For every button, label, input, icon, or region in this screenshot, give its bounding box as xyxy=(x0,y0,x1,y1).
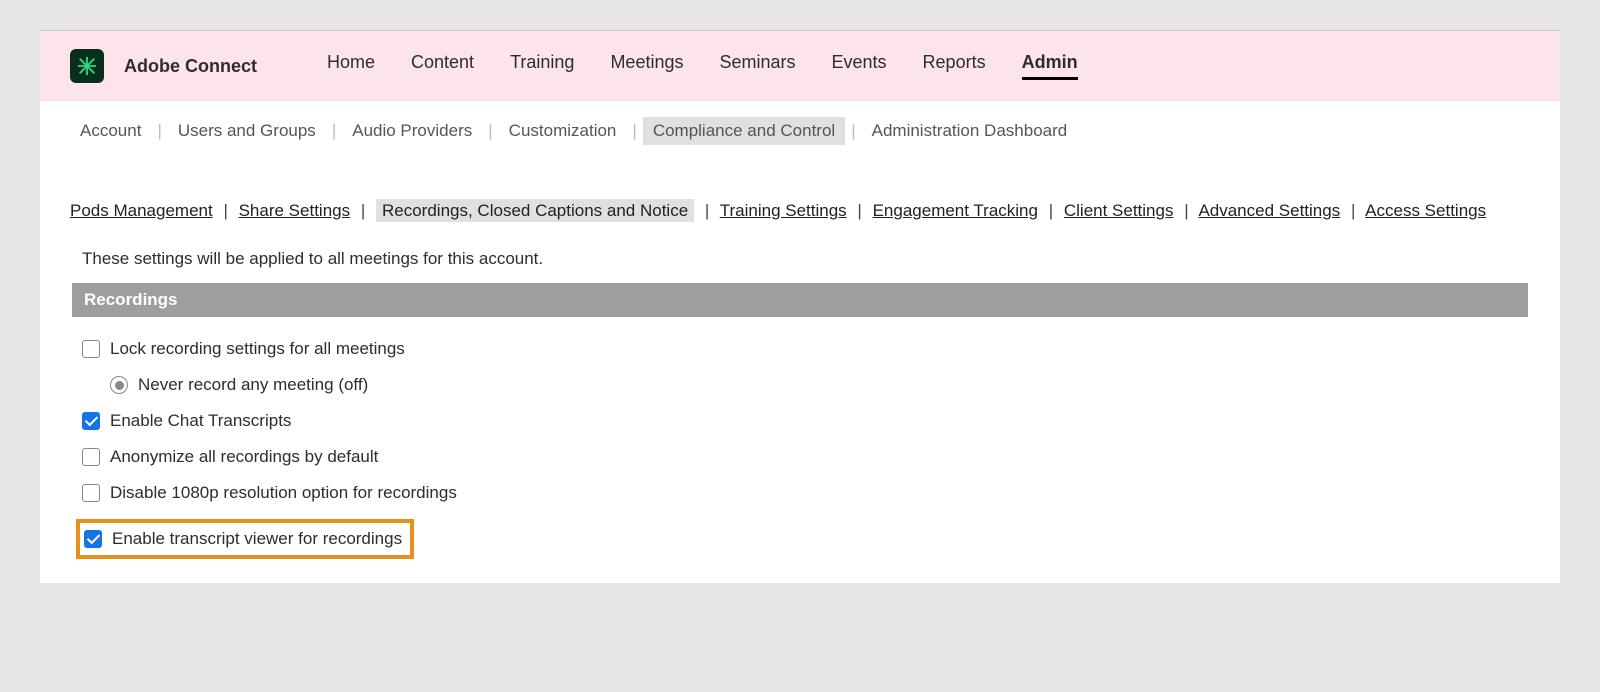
subnav-account[interactable]: Account xyxy=(70,117,151,145)
checkbox-enable-chat-transcripts[interactable] xyxy=(82,412,100,430)
checkbox-disable-1080p[interactable] xyxy=(82,484,100,502)
subnav-users-groups[interactable]: Users and Groups xyxy=(168,117,326,145)
nav-admin[interactable]: Admin xyxy=(1022,52,1078,80)
nav-reports[interactable]: Reports xyxy=(923,52,986,80)
nav-events[interactable]: Events xyxy=(832,52,887,80)
highlight-box: Enable transcript viewer for recordings xyxy=(76,519,414,559)
setting-anonymize-all: Anonymize all recordings by default xyxy=(82,439,1518,475)
divider-icon: | xyxy=(1345,201,1361,220)
nav-meetings[interactable]: Meetings xyxy=(610,52,683,80)
label-enable-chat-transcripts: Enable Chat Transcripts xyxy=(110,411,291,431)
divider-icon: | xyxy=(217,201,233,220)
radio-never-record[interactable] xyxy=(110,376,128,394)
tab-access-settings[interactable]: Access Settings xyxy=(1365,201,1486,220)
setting-enable-chat-transcripts: Enable Chat Transcripts xyxy=(82,403,1518,439)
app-shell: Adobe Connect Home Content Training Meet… xyxy=(40,30,1560,583)
tab-share-settings[interactable]: Share Settings xyxy=(239,201,351,220)
tertiary-nav: Pods Management | Share Settings | Recor… xyxy=(40,161,1560,231)
label-enable-transcript-viewer: Enable transcript viewer for recordings xyxy=(112,529,402,549)
setting-disable-1080p: Disable 1080p resolution option for reco… xyxy=(82,475,1518,511)
label-lock-recording: Lock recording settings for all meetings xyxy=(110,339,405,359)
tab-pods-management[interactable]: Pods Management xyxy=(70,201,213,220)
nav-seminars[interactable]: Seminars xyxy=(719,52,795,80)
checkbox-anonymize-all[interactable] xyxy=(82,448,100,466)
highlighted-setting: Enable transcript viewer for recordings xyxy=(82,511,1518,559)
divider-icon: | xyxy=(1178,201,1194,220)
setting-lock-recording: Lock recording settings for all meetings xyxy=(82,331,1518,367)
divider-icon: | xyxy=(1043,201,1059,220)
subnav-compliance-control[interactable]: Compliance and Control xyxy=(643,117,845,145)
app-logo-icon xyxy=(70,49,104,83)
subnav-customization[interactable]: Customization xyxy=(499,117,627,145)
tab-client-settings[interactable]: Client Settings xyxy=(1064,201,1174,220)
section-header-recordings: Recordings xyxy=(72,283,1528,317)
subnav-audio-providers[interactable]: Audio Providers xyxy=(342,117,482,145)
secondary-nav: Account | Users and Groups | Audio Provi… xyxy=(40,101,1560,161)
divider-icon: | xyxy=(151,121,167,141)
label-never-record: Never record any meeting (off) xyxy=(138,375,368,395)
setting-never-record: Never record any meeting (off) xyxy=(82,367,1518,403)
divider-icon: | xyxy=(699,201,715,220)
subnav-admin-dashboard[interactable]: Administration Dashboard xyxy=(862,117,1078,145)
divider-icon: | xyxy=(851,201,867,220)
tab-advanced-settings[interactable]: Advanced Settings xyxy=(1198,201,1340,220)
settings-list: Lock recording settings for all meetings… xyxy=(40,317,1560,583)
nav-training[interactable]: Training xyxy=(510,52,574,80)
divider-icon: | xyxy=(326,121,342,141)
checkbox-enable-transcript-viewer[interactable] xyxy=(84,530,102,548)
divider-icon: | xyxy=(355,201,371,220)
label-disable-1080p: Disable 1080p resolution option for reco… xyxy=(110,483,457,503)
primary-nav: Home Content Training Meetings Seminars … xyxy=(327,52,1078,80)
divider-icon: | xyxy=(482,121,498,141)
page-description: These settings will be applied to all me… xyxy=(40,231,1560,283)
tab-engagement-tracking[interactable]: Engagement Tracking xyxy=(873,201,1038,220)
tab-recordings-cc-notice[interactable]: Recordings, Closed Captions and Notice xyxy=(376,199,694,222)
tab-training-settings[interactable]: Training Settings xyxy=(720,201,847,220)
nav-content[interactable]: Content xyxy=(411,52,474,80)
divider-icon: | xyxy=(626,121,642,141)
top-bar: Adobe Connect Home Content Training Meet… xyxy=(40,31,1560,101)
checkbox-lock-recording[interactable] xyxy=(82,340,100,358)
nav-home[interactable]: Home xyxy=(327,52,375,80)
app-title: Adobe Connect xyxy=(124,56,257,77)
divider-icon: | xyxy=(845,121,861,141)
label-anonymize-all: Anonymize all recordings by default xyxy=(110,447,378,467)
